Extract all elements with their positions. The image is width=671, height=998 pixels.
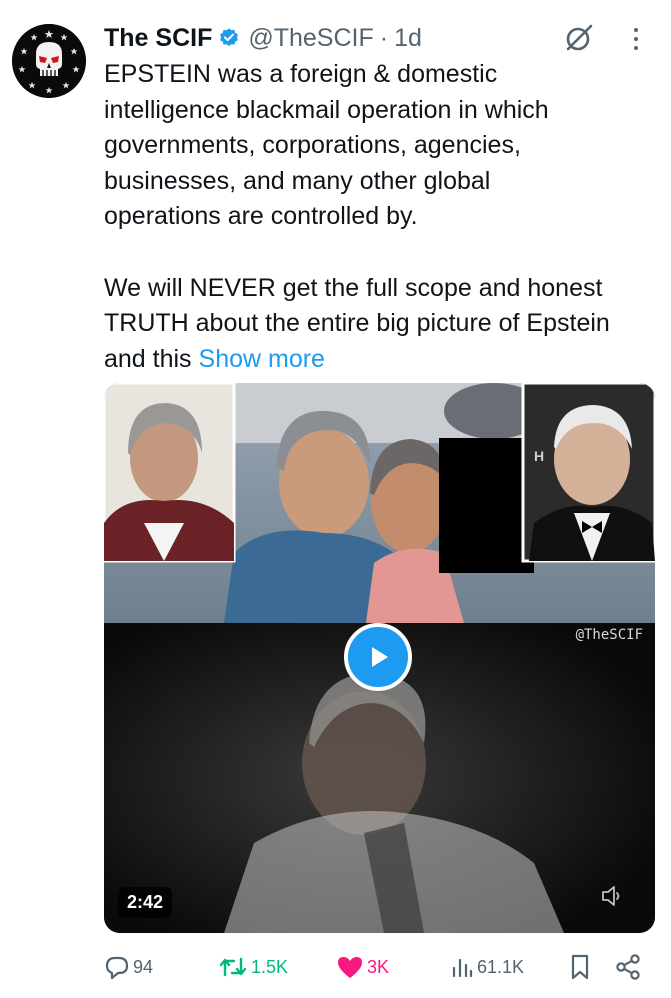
repost-button[interactable]: 1.5K bbox=[218, 950, 288, 984]
tweet-text: EPSTEIN was a foreign & domestic intelli… bbox=[104, 57, 664, 377]
grok-icon[interactable] bbox=[563, 22, 595, 54]
skull-avatar-icon bbox=[12, 24, 86, 98]
more-dots-icon bbox=[634, 28, 638, 32]
views-button[interactable]: 61.1K bbox=[450, 950, 524, 984]
share-icon bbox=[616, 954, 640, 980]
play-button[interactable] bbox=[344, 623, 412, 691]
verified-badge-icon bbox=[220, 28, 239, 47]
author-avatar[interactable] bbox=[12, 24, 86, 98]
show-more-link[interactable]: Show more bbox=[199, 345, 325, 373]
svg-text:H: H bbox=[534, 448, 544, 464]
video-watermark: @TheSCIF bbox=[575, 627, 643, 643]
tweet-time[interactable]: 1d bbox=[394, 24, 422, 53]
reply-bubble-icon bbox=[105, 956, 129, 980]
repost-count: 1.5K bbox=[251, 956, 289, 977]
author-name[interactable]: The SCIF bbox=[104, 24, 212, 53]
speaker-muted-icon[interactable] bbox=[599, 883, 625, 909]
repost-icon bbox=[219, 957, 247, 977]
tweet-body: EPSTEIN was a foreign & domestic intelli… bbox=[104, 60, 610, 373]
reply-count: 94 bbox=[133, 956, 154, 977]
views-chart-icon bbox=[452, 958, 473, 978]
bookmark-button[interactable] bbox=[568, 950, 592, 984]
like-count: 3K bbox=[367, 956, 390, 977]
like-button[interactable]: 3K bbox=[336, 950, 389, 984]
bookmark-icon bbox=[571, 954, 589, 980]
tweet-actions: 94 1.5K 3K 61.1K bbox=[104, 950, 664, 984]
heart-icon bbox=[338, 957, 362, 978]
view-count: 61.1K bbox=[477, 956, 525, 977]
more-options-button[interactable] bbox=[628, 22, 644, 56]
tweet-header: The SCIF @TheSCIF · 1d bbox=[104, 21, 422, 55]
video-player[interactable]: H @TheSCIF 2:42 bbox=[104, 383, 655, 933]
share-button[interactable] bbox=[614, 950, 642, 984]
separator-dot: · bbox=[379, 23, 389, 52]
top-edge bbox=[0, 0, 671, 8]
author-handle[interactable]: @TheSCIF bbox=[248, 24, 373, 53]
video-duration: 2:42 bbox=[118, 887, 173, 918]
play-icon bbox=[372, 647, 388, 667]
reply-button[interactable]: 94 bbox=[104, 950, 153, 984]
